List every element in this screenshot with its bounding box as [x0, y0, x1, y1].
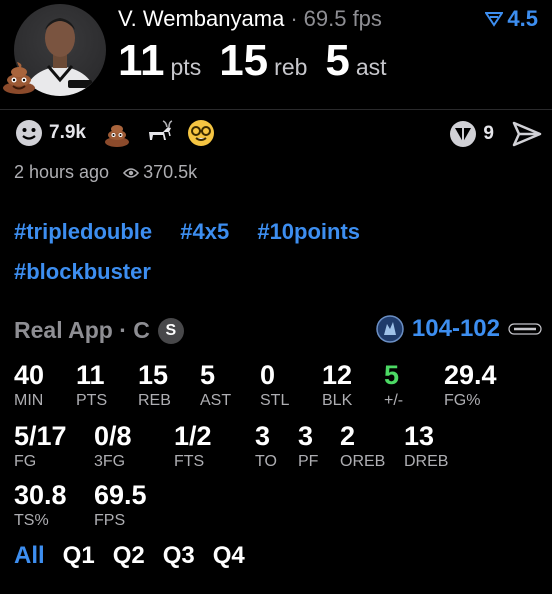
- goat-reaction-icon[interactable]: [144, 118, 174, 148]
- game-score[interactable]: 104-102: [376, 315, 542, 343]
- eye-icon: [123, 167, 140, 178]
- stat-label: REB: [138, 392, 171, 409]
- stat-label: FG: [14, 453, 37, 470]
- stat-value: 69.5: [94, 480, 147, 510]
- tab-q4[interactable]: Q4: [213, 542, 245, 570]
- position-badge: S: [157, 317, 184, 344]
- stat-value: 11: [76, 360, 105, 390]
- reaction-bar: 7.9k: [14, 118, 228, 148]
- game-row: Real App · C S 104-102: [14, 315, 542, 347]
- post-meta: 2 hours ago 370.5k: [14, 162, 197, 183]
- stats-row-3: 30.8 TS% 69.5 FPS: [14, 480, 544, 530]
- tab-q1[interactable]: Q1: [63, 542, 95, 570]
- fps-value: 69.5 fps: [303, 6, 382, 31]
- shield-logo-icon[interactable]: [449, 120, 477, 148]
- view-count: 370.5k: [123, 162, 197, 183]
- rating-value: 4.5: [507, 6, 538, 31]
- rebounds-unit: reb: [274, 54, 308, 80]
- reaction-count: 7.9k: [49, 122, 86, 143]
- stat-label: AST: [200, 392, 232, 409]
- stat-label: +/-: [384, 392, 404, 409]
- views-value: 370.5k: [143, 162, 198, 182]
- stat-value: 13: [404, 421, 435, 451]
- rating-badge[interactable]: 4.5: [485, 6, 538, 32]
- stat-value: 3: [298, 421, 314, 451]
- assists-unit: ast: [355, 54, 387, 80]
- app-label: Real App · C S: [14, 317, 184, 344]
- poop-emoji-icon: [3, 62, 35, 94]
- hashtag[interactable]: #10points: [257, 219, 360, 244]
- stat-value: 2: [340, 421, 356, 451]
- stat-value: 5/17: [14, 421, 67, 451]
- timberwolves-logo-icon: [376, 315, 404, 343]
- hashtag[interactable]: #tripledouble: [14, 219, 152, 244]
- stat-label: FPS: [94, 512, 126, 529]
- rating-icon: [485, 12, 504, 27]
- stat-label: FG%: [444, 392, 481, 409]
- stat-value: 40: [14, 360, 45, 390]
- stat-label: 3FG: [94, 453, 126, 470]
- app-label-text: Real App · C: [14, 317, 150, 343]
- stat-label: PTS: [76, 392, 108, 409]
- name-separator: ·: [290, 6, 298, 31]
- tab-all[interactable]: All: [14, 542, 45, 570]
- assists-value: 5: [325, 36, 350, 85]
- hashtag-list: #tripledouble #4x5 #10points #blockbuste…: [14, 212, 534, 292]
- player-name-row: V. Wembanyama · 69.5 fps: [118, 6, 382, 32]
- stat-label: OREB: [340, 453, 386, 470]
- stat-value: 0/8: [94, 421, 132, 451]
- hashtag[interactable]: #blockbuster: [14, 259, 151, 284]
- send-icon[interactable]: [512, 121, 542, 147]
- stat-value: 29.4: [444, 360, 497, 390]
- stat-value: 1/2: [174, 421, 212, 451]
- statline: 11 pts 15 reb 5 ast: [118, 36, 405, 86]
- rebounds-value: 15: [219, 36, 269, 85]
- nerd-reaction-icon[interactable]: [186, 118, 216, 148]
- tab-q3[interactable]: Q3: [163, 542, 195, 570]
- points-value: 11: [118, 36, 165, 85]
- period-tabs: All Q1 Q2 Q3 Q4: [14, 542, 263, 570]
- stat-value: 15: [138, 360, 169, 390]
- poop-reaction-icon[interactable]: [102, 118, 132, 148]
- tab-q2[interactable]: Q2: [113, 542, 145, 570]
- stats-row-1: 40 MIN 11 PTS 15 REB 5 AST 0 STL 12 BLK 5 +/- 2…: [14, 360, 544, 410]
- stat-label: MIN: [14, 392, 44, 409]
- spurs-logo-icon: [508, 323, 542, 335]
- stat-label: DREB: [404, 453, 449, 470]
- time-ago: 2 hours ago: [14, 162, 110, 182]
- stat-value: 12: [322, 360, 353, 390]
- stat-label: TS%: [14, 512, 49, 529]
- stats-row-2: 5/17 FG 0/8 3FG 1/2 FTS 3 TO 3 PF 2 OREB 13 DRE…: [14, 421, 544, 471]
- plus-minus-value: 5: [384, 360, 400, 390]
- points-unit: pts: [170, 54, 202, 80]
- share-area: 9: [449, 120, 542, 148]
- stat-value: 3: [255, 421, 271, 451]
- stat-label: TO: [255, 453, 277, 470]
- smile-reaction-icon[interactable]: [14, 118, 44, 148]
- score-value: 104-102: [411, 315, 500, 342]
- stat-label: FTS: [174, 453, 205, 470]
- hashtag[interactable]: #4x5: [180, 219, 229, 244]
- player-name[interactable]: V. Wembanyama: [118, 6, 284, 32]
- stat-label: PF: [298, 453, 319, 470]
- stat-value: 30.8: [14, 480, 67, 510]
- shield-count: 9: [483, 123, 494, 144]
- stat-label: BLK: [322, 392, 353, 409]
- post-header: V. Wembanyama · 69.5 fps 4.5 11 pts 15 r…: [0, 0, 552, 110]
- stat-label: STL: [260, 392, 290, 409]
- stat-value: 5: [200, 360, 216, 390]
- stat-value: 0: [260, 360, 276, 390]
